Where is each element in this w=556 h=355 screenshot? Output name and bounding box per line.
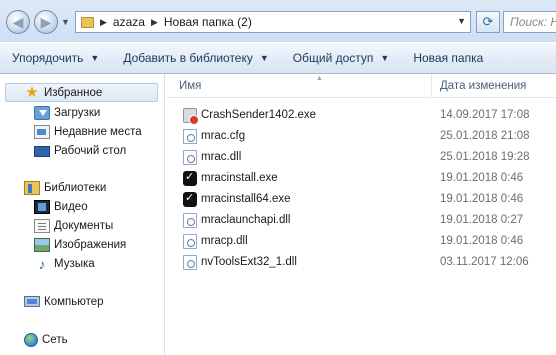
nav-item-label: Загрузки: [54, 106, 101, 119]
folder-icon: [81, 16, 94, 28]
back-arrow-icon: ◀: [12, 13, 24, 30]
nav-item-label: Видео: [54, 200, 88, 213]
file-row[interactable]: nvToolsExt32_1.dll 03.11.2017 12:06: [166, 252, 556, 273]
add-to-library-button[interactable]: Добавить в библиотеку ▼: [111, 51, 280, 65]
nav-item-desktop[interactable]: Рабочий стол: [34, 141, 126, 160]
chevron-down-icon: ▼: [90, 53, 100, 63]
file-name: nvToolsExt32_1.dll: [201, 256, 297, 268]
breadcrumb-chevron-icon[interactable]: ▶: [151, 17, 158, 28]
nav-item-music[interactable]: ♪ Музыка: [34, 254, 95, 273]
file-date: 25.01.2018 21:08: [440, 130, 530, 142]
file-date: 19.01.2018 0:46: [440, 172, 524, 184]
navigation-pane: ★ Избранное Загрузки Недавние места Рабоч…: [0, 74, 165, 355]
nav-item-label: Изображения: [54, 238, 127, 251]
file-row[interactable]: CrashSender1402.exe 14.09.2017 17:08: [166, 105, 556, 126]
nav-item-libraries[interactable]: Библиотеки: [24, 178, 106, 197]
refresh-button[interactable]: ⟳: [476, 11, 500, 33]
file-row[interactable]: mraclaunchapi.dll 19.01.2018 0:27: [166, 210, 556, 231]
network-globe-icon: [24, 332, 38, 347]
nav-item-label: Документы: [54, 219, 114, 232]
dll-file-icon: [183, 234, 197, 249]
file-row[interactable]: mracp.dll 19.01.2018 0:46: [166, 231, 556, 252]
back-button[interactable]: ◀: [6, 10, 30, 34]
breadcrumb-chevron-icon[interactable]: ▶: [100, 17, 107, 28]
nav-item-label: Библиотеки: [44, 181, 107, 194]
file-date: 03.11.2017 12:06: [440, 256, 529, 268]
file-row[interactable]: mracinstall64.exe 19.01.2018 0:46: [166, 189, 556, 210]
address-bar-row: ◀ ▶ ▼ ▶ azaza ▶ Новая папка (2) ▼ ⟳ Поис…: [0, 0, 556, 42]
dll-file-icon: [183, 255, 197, 270]
column-divider[interactable]: [431, 74, 432, 98]
organize-button[interactable]: Упорядочить ▼: [0, 51, 111, 65]
recent-pages-dropdown-icon[interactable]: ▼: [61, 17, 70, 27]
file-name: mrac.cfg: [201, 130, 246, 142]
command-toolbar: Упорядочить ▼ Добавить в библиотеку ▼ Общи…: [0, 42, 556, 74]
chevron-down-icon: ▼: [259, 53, 269, 63]
share-button[interactable]: Общий доступ ▼: [281, 51, 402, 65]
file-date: 19.01.2018 0:46: [440, 235, 524, 247]
column-header-name[interactable]: Имя: [179, 80, 201, 92]
libraries-icon: [24, 180, 40, 195]
file-row[interactable]: mrac.dll 25.01.2018 19:28: [166, 147, 556, 168]
nav-item-label: Сеть: [42, 333, 68, 346]
search-input[interactable]: Поиск: Новая: [503, 11, 556, 33]
config-file-icon: [183, 129, 197, 144]
file-name: mracinstall64.exe: [201, 193, 291, 205]
star-icon: ★: [25, 83, 39, 101]
nav-item-documents[interactable]: Документы: [34, 216, 113, 235]
file-date: 19.01.2018 0:27: [440, 214, 524, 226]
nav-item-label: Музыка: [54, 257, 95, 270]
nav-item-label: Рабочий стол: [54, 144, 127, 157]
file-list: ▲ Имя Дата изменения CrashSender1402.exe…: [166, 74, 556, 355]
file-date: 19.01.2018 0:46: [440, 193, 524, 205]
sort-up-icon: ▲: [316, 75, 323, 82]
dll-file-icon: [183, 150, 197, 165]
file-row[interactable]: mrac.cfg 25.01.2018 21:08: [166, 126, 556, 147]
share-label: Общий доступ: [292, 51, 374, 65]
video-icon: [34, 199, 50, 214]
computer-icon: [24, 296, 40, 307]
address-dropdown-icon[interactable]: ▼: [457, 16, 466, 26]
forward-button[interactable]: ▶: [34, 10, 58, 34]
file-name: mraclaunchapi.dll: [201, 214, 291, 226]
address-bar[interactable]: ▶ azaza ▶ Новая папка (2) ▼: [75, 11, 471, 33]
nav-item-downloads[interactable]: Загрузки: [34, 103, 100, 122]
music-note-icon: ♪: [38, 255, 46, 272]
desktop-icon: [34, 146, 50, 157]
file-name: mracinstall.exe: [201, 172, 278, 184]
nav-item-network[interactable]: Сеть: [24, 330, 68, 349]
column-header-row: ▲ Имя Дата изменения: [166, 74, 556, 98]
breadcrumb-item-azaza[interactable]: azaza: [113, 15, 145, 29]
documents-icon: [34, 218, 50, 233]
images-icon: [34, 237, 50, 252]
file-name: mracp.dll: [201, 235, 248, 247]
file-date: 25.01.2018 19:28: [440, 151, 530, 163]
shield-exe-icon: [183, 191, 197, 207]
nav-item-computer[interactable]: Компьютер: [24, 292, 104, 311]
nav-item-label: Избранное: [44, 86, 103, 99]
shield-exe-icon: [183, 170, 197, 186]
nav-item-video[interactable]: Видео: [34, 197, 88, 216]
file-row[interactable]: mracinstall.exe 19.01.2018 0:46: [166, 168, 556, 189]
refresh-icon: ⟳: [482, 14, 494, 29]
downloads-icon: [34, 105, 50, 120]
crash-sender-icon: [183, 108, 199, 125]
file-name: mrac.dll: [201, 151, 242, 163]
organize-label: Упорядочить: [12, 51, 84, 65]
add-to-library-label: Добавить в библиотеку: [123, 51, 253, 65]
column-header-date[interactable]: Дата изменения: [440, 80, 526, 92]
chevron-down-icon: ▼: [380, 53, 390, 63]
breadcrumb-item-current[interactable]: Новая папка (2): [164, 15, 252, 29]
forward-arrow-icon: ▶: [40, 13, 52, 30]
new-folder-button[interactable]: Новая папка: [401, 51, 495, 65]
nav-item-label: Недавние места: [54, 125, 142, 138]
file-date: 14.09.2017 17:08: [440, 109, 530, 121]
dll-file-icon: [183, 213, 197, 228]
file-name: CrashSender1402.exe: [201, 109, 317, 121]
recent-places-icon: [34, 124, 50, 139]
nav-item-favorites[interactable]: ★ Избранное: [5, 83, 158, 102]
nav-item-label: Компьютер: [44, 295, 104, 308]
nav-item-recent[interactable]: Недавние места: [34, 122, 142, 141]
nav-item-images[interactable]: Изображения: [34, 235, 126, 254]
